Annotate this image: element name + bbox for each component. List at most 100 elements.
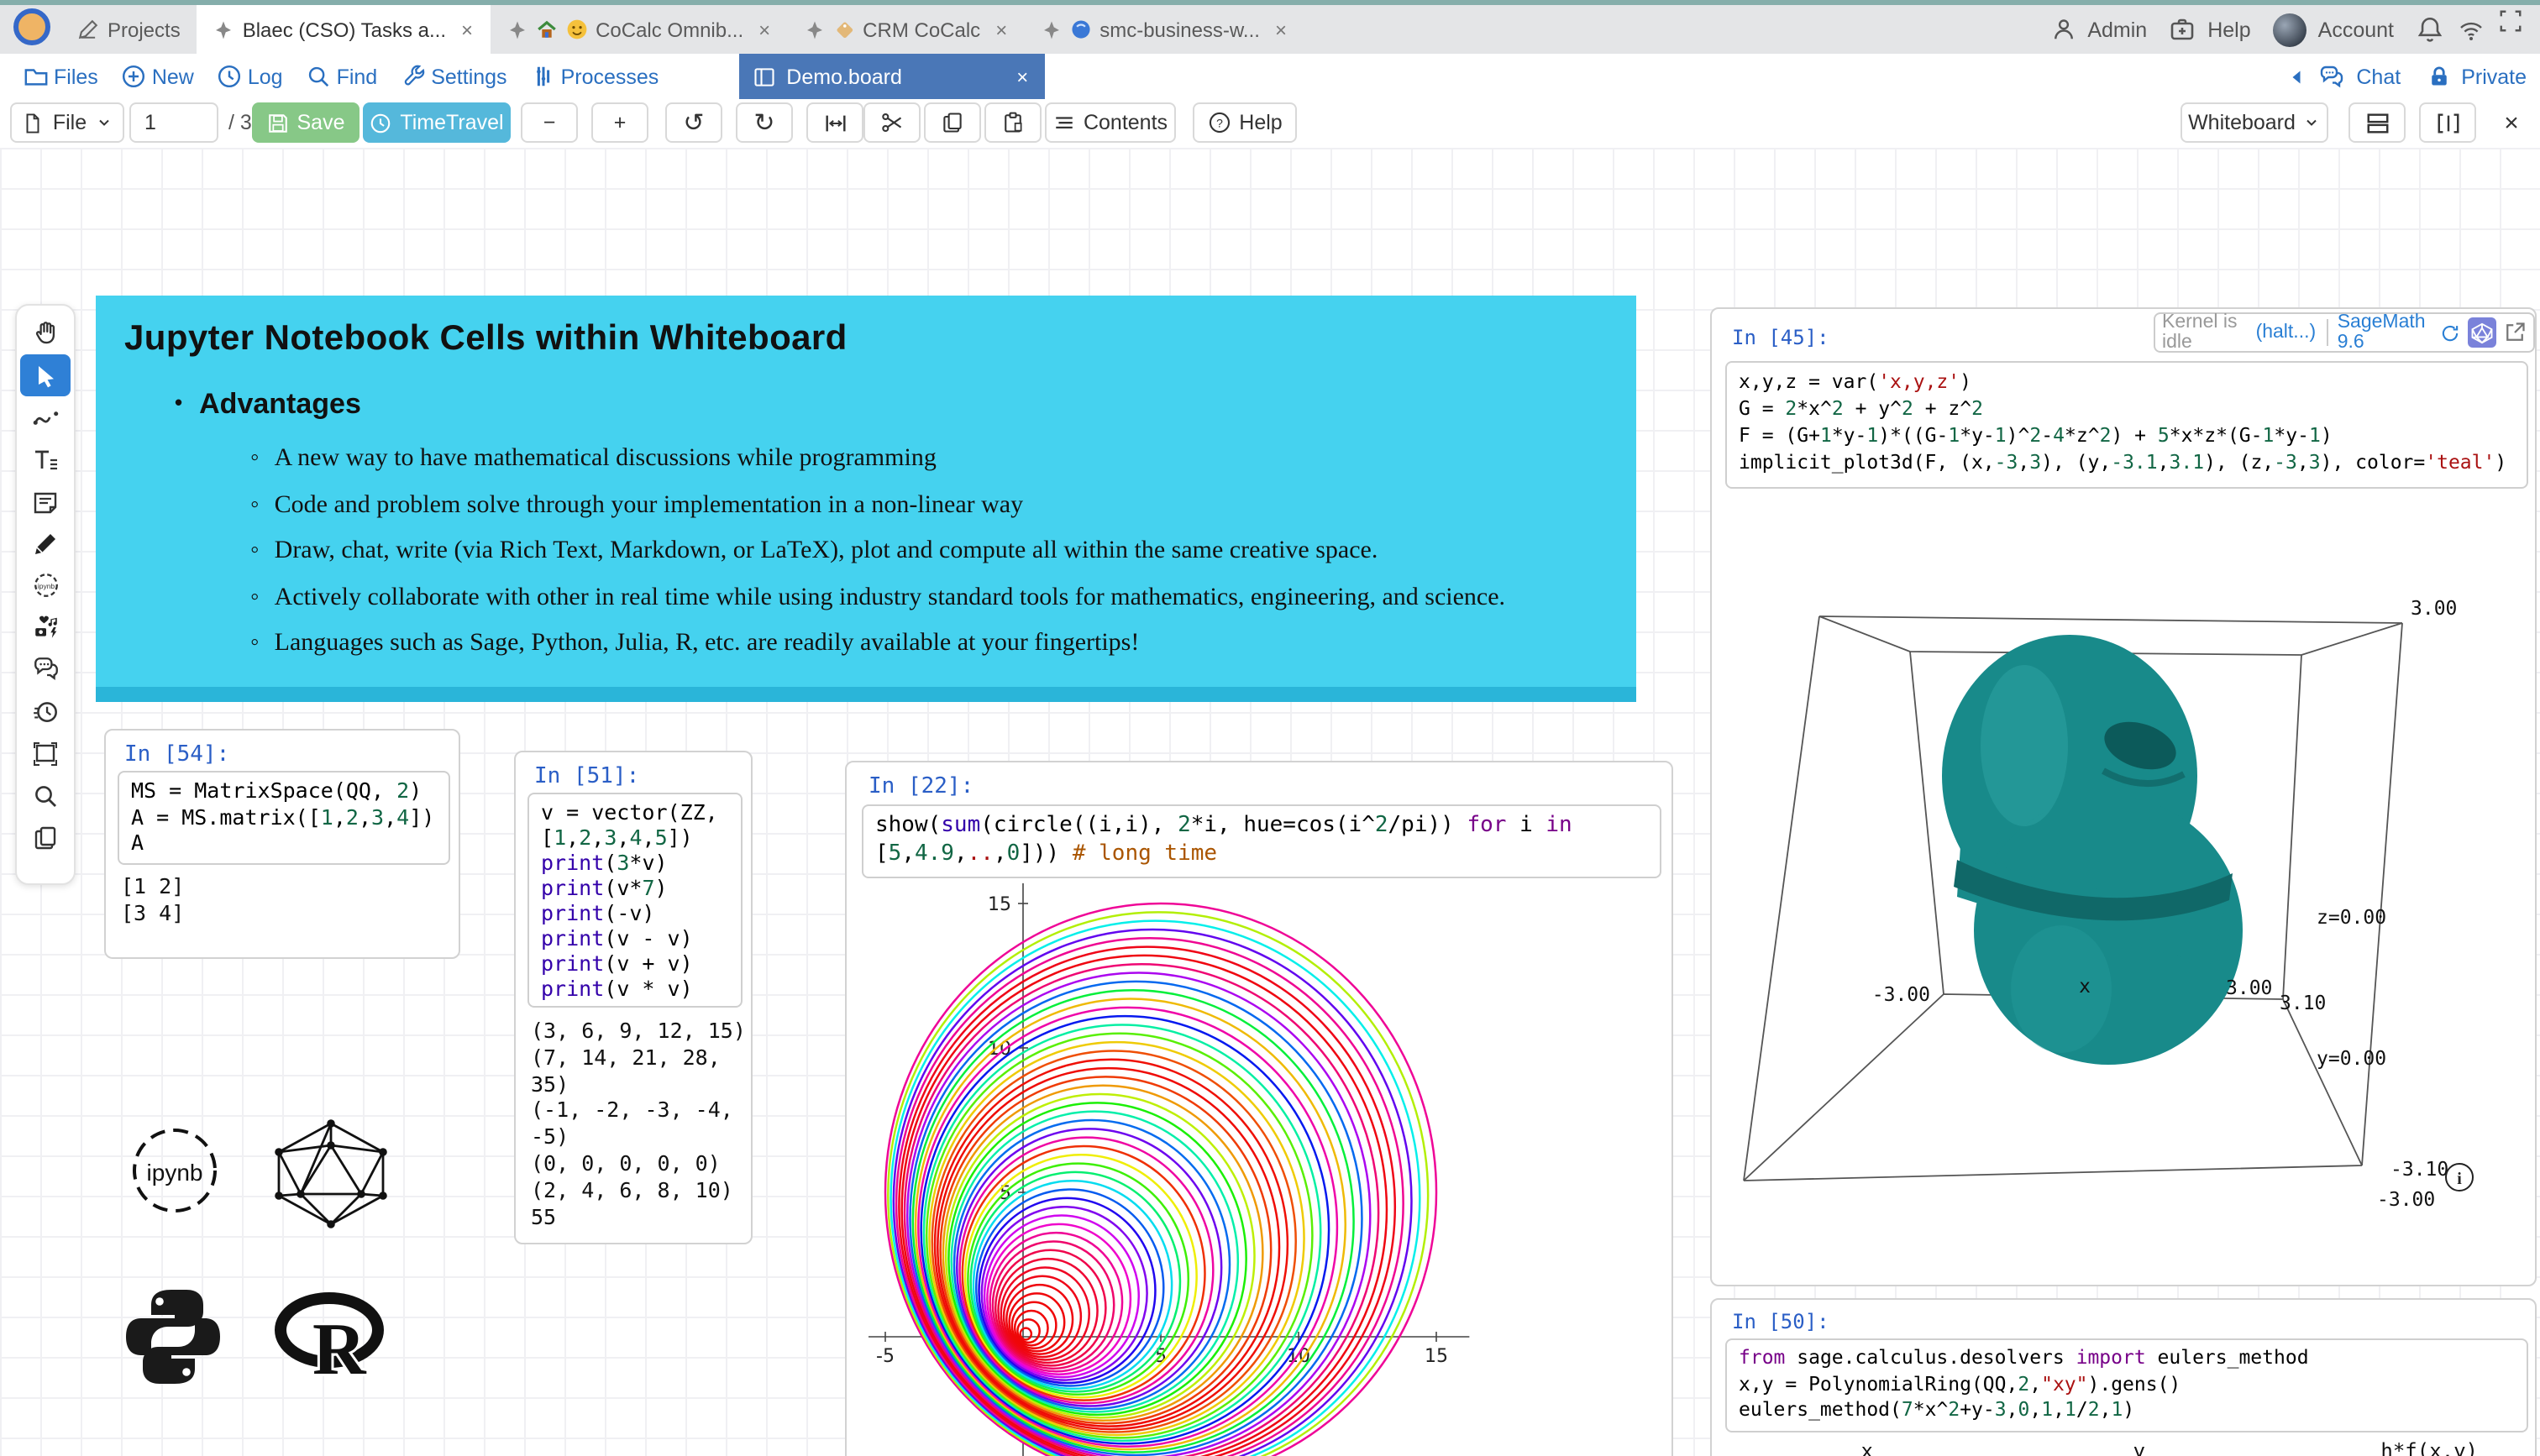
media-tool[interactable] [20,606,71,648]
cell-code[interactable]: MS = MatrixSpace(QQ, 2)A = MS.matrix([1,… [118,771,450,865]
fit-width-button[interactable] [806,102,863,143]
edge-tool[interactable] [20,396,71,438]
tab-smc-business[interactable]: smc-business-w... × [1024,5,1304,54]
wifi-icon[interactable] [2456,16,2486,43]
info-icon[interactable]: i [2446,1164,2473,1191]
r-logo-image[interactable]: R [272,1290,393,1384]
jupyter-cell-51[interactable]: In [51]: v = vector(ZZ,[1,2,3,4,5])print… [514,751,753,1244]
save-button[interactable]: Save [252,102,359,143]
scissors-icon [880,111,904,134]
chat-link[interactable]: Chat [2356,65,2401,88]
ipynb-logo-image[interactable]: ipynb [128,1123,223,1219]
cocalc-logo[interactable] [13,8,50,45]
close-frame-button[interactable]: × [2490,102,2533,143]
page-icon [23,112,45,134]
whiteboard-toolbar: File 1 / 3 Save TimeTravel − + ↺ ↻ [0,99,2540,149]
redo-button[interactable]: ↻ [736,102,793,143]
cell-code[interactable]: x,y,z = var('x,y,z')G = 2*x^2 + y^2 + z^… [1725,361,2528,489]
browser-tab-bar: Projects Blaec (CSO) Tasks a... × CoCalc… [0,5,2540,54]
close-icon[interactable]: × [995,18,1007,41]
timer-tool[interactable] [20,690,71,732]
chevron-down-icon [2304,114,2321,131]
help-button[interactable]: ? Help [1193,102,1297,143]
collapse-left-icon[interactable] [2285,66,2306,86]
python-logo-image[interactable] [118,1283,228,1391]
nav-find[interactable]: Find [307,64,378,89]
copy-button[interactable] [924,102,981,143]
admin-link[interactable]: Admin [2087,18,2147,41]
house-icon [535,18,557,40]
cell-code[interactable]: v = vector(ZZ,[1,2,3,4,5])print(3*v)prin… [527,793,743,1008]
nav-log[interactable]: Log [218,64,283,89]
svg-text:-3.00: -3.00 [2377,1189,2435,1211]
jupyter-cell-45[interactable]: In [45]: x,y,z = var('x,y,z')G = 2*x^2 +… [1710,307,2537,1286]
chat-tool[interactable] [20,648,71,690]
svg-text:15: 15 [988,894,1011,915]
note-heading: Advantages [175,388,1636,422]
nav-settings[interactable]: Settings [401,64,506,89]
sticky-note[interactable]: Jupyter Notebook Cells within Whiteboard… [96,296,1636,702]
smiley-icon [565,18,587,40]
text-tool[interactable] [20,438,71,480]
plot3d-surface [1942,635,2243,1065]
pages-tool[interactable] [20,816,71,858]
note-tool[interactable] [20,480,71,522]
cell-code[interactable]: from sage.calculus.desolvers import eule… [1725,1338,2528,1432]
jupyter-cell-22[interactable]: In [22]: show(sum(circle((i,i), 2*i, hue… [845,761,1673,1456]
split-horizontal-button[interactable] [2348,102,2406,143]
close-icon[interactable]: × [1275,18,1287,41]
jupyter-cell-50[interactable]: In [50]: from sage.calculus.desolvers im… [1710,1298,2537,1456]
svg-text:3.10: 3.10 [2280,992,2326,1014]
help-link[interactable]: Help [2207,18,2250,41]
frame-tool[interactable] [20,732,71,774]
kernel-name-link[interactable]: SageMath 9.6 [2338,312,2432,353]
nav-new[interactable]: New [122,64,194,89]
contents-button[interactable]: Contents [1045,102,1176,143]
polyhedron-image[interactable] [270,1118,391,1229]
frame-type-dropdown[interactable]: Whiteboard [2181,102,2328,143]
close-icon[interactable]: × [461,18,473,41]
cell-code[interactable]: show(sum(circle((i,i), 2*i, hue=cos(i^2/… [862,804,1661,878]
copy-icon [941,111,964,134]
close-icon[interactable]: × [1016,65,1028,88]
tab-crm-cocalc[interactable]: CRM CoCalc × [787,5,1024,54]
undo-button[interactable]: ↺ [665,102,722,143]
kernel-halt-link[interactable]: (halt...) [2256,322,2317,343]
pen-tool[interactable] [20,522,71,564]
private-link[interactable]: Private [2461,65,2527,88]
file-menu-button[interactable]: File [10,102,124,143]
file-tab-demo-board[interactable]: Demo.board × [739,54,1045,99]
split-vertical-button[interactable] [2419,102,2476,143]
nav-processes[interactable]: Processes [531,64,659,89]
cell-input-label: In [22]: [869,774,973,799]
select-tool[interactable] [20,354,71,396]
svg-text:3.00: 3.00 [2226,977,2272,999]
note-bottom-edge [96,687,1636,702]
timetravel-button[interactable]: TimeTravel [363,102,511,143]
svg-text:R: R [312,1309,367,1384]
fullscreen-icon[interactable] [2498,8,2523,34]
tab-blaec-tasks[interactable]: Blaec (CSO) Tasks a... × [197,5,490,54]
zoom-in-button[interactable]: + [591,102,648,143]
refresh-icon[interactable] [2438,322,2460,343]
tab-projects[interactable]: Projects [60,5,197,54]
search-tool[interactable] [20,774,71,816]
bell-icon[interactable] [2416,15,2444,44]
avatar[interactable] [2273,13,2306,46]
account-link[interactable]: Account [2318,18,2394,41]
jupyter-cell-tool[interactable]: ipynb [20,564,71,606]
hand-tool[interactable] [20,312,71,354]
cut-button[interactable] [863,102,921,143]
jupyter-cell-54[interactable]: In [54]: MS = MatrixSpace(QQ, 2)A = MS.m… [104,729,460,959]
browser-right-cluster: Admin Help Account [2050,5,2540,54]
svg-text:z=0.00: z=0.00 [2317,907,2386,929]
nav-files[interactable]: Files [24,64,98,89]
zoom-out-button[interactable]: − [521,102,578,143]
whiteboard-insert-button[interactable] [2467,317,2496,348]
whiteboard-canvas[interactable]: ipynb Jupyter Notebook Cells within Whit… [0,148,2540,1456]
close-icon[interactable]: × [758,18,770,41]
page-number-input[interactable]: 1 [129,102,218,143]
sparkle-icon [1041,19,1061,39]
tab-cocalc-omnibus[interactable]: CoCalc Omnib... × [490,5,787,54]
external-link-icon[interactable] [2503,321,2527,344]
